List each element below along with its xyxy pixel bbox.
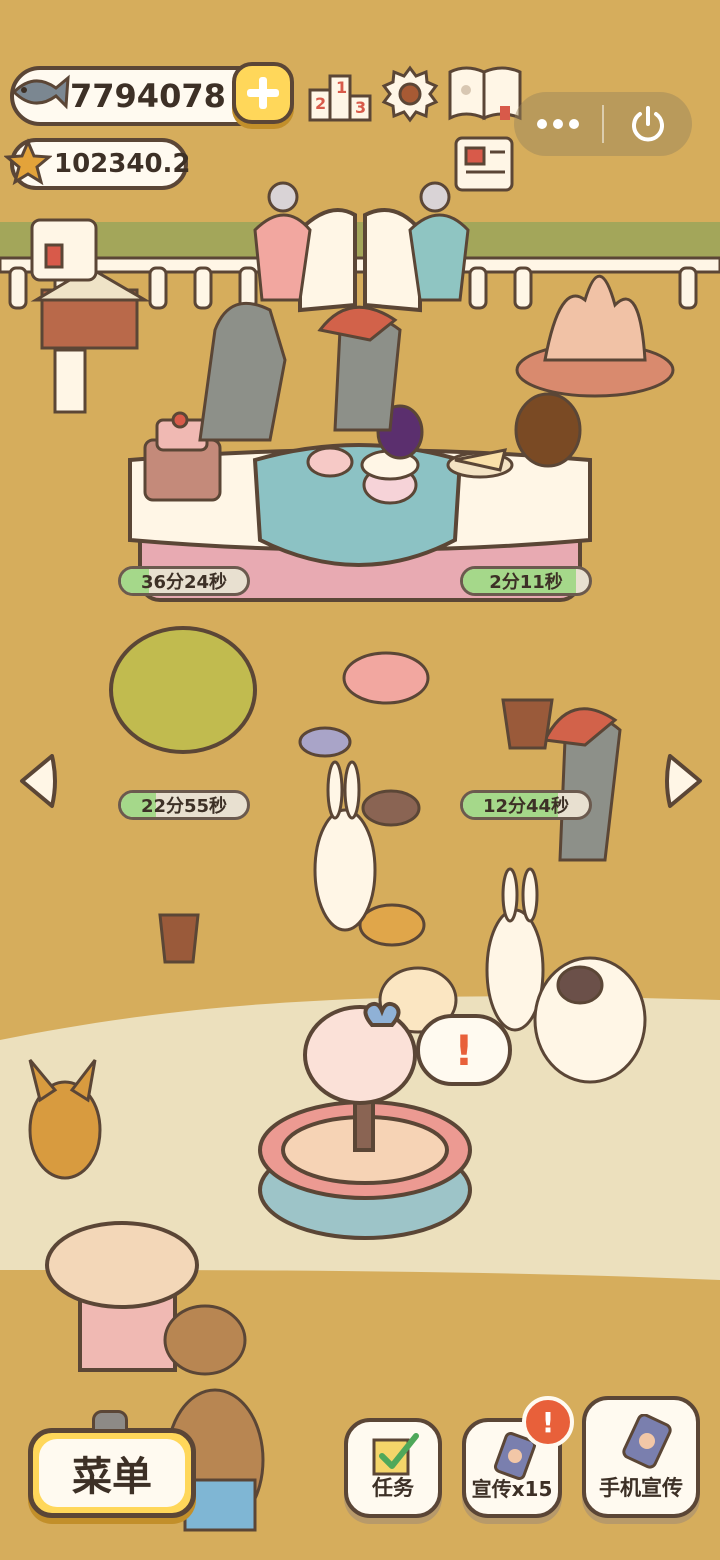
fish-icon xyxy=(11,74,70,110)
more-dots-icon xyxy=(537,119,579,129)
guest-alert-bubble[interactable]: ! xyxy=(416,1014,512,1086)
menu-button[interactable]: 菜单 xyxy=(28,1428,196,1518)
table-right-timer: 2分11秒 xyxy=(460,566,592,596)
rank-first: 1 xyxy=(336,78,348,97)
phone-promote-button[interactable]: 手机宣传 xyxy=(582,1396,700,1518)
add-fish-button[interactable] xyxy=(232,62,294,124)
star-icon xyxy=(4,138,52,186)
background-art xyxy=(0,0,720,1560)
gear-icon xyxy=(381,65,439,123)
menu-label: 菜单 xyxy=(72,1454,152,1500)
checkbox-icon xyxy=(372,1433,419,1476)
more-button[interactable] xyxy=(514,92,602,156)
table-left-timer: 36分24秒 xyxy=(118,566,250,596)
clipboard-clip xyxy=(92,1410,128,1432)
plant-timer: 12分44秒 xyxy=(460,790,592,820)
settings-button[interactable] xyxy=(380,64,440,124)
timer-label: 22分55秒 xyxy=(140,796,228,817)
exclamation-mark: ! xyxy=(454,1025,474,1075)
rank-second: 2 xyxy=(315,94,327,113)
phone-icon xyxy=(622,1414,672,1469)
next-area-button[interactable] xyxy=(662,750,708,812)
newspaper-button[interactable] xyxy=(452,134,516,194)
power-icon xyxy=(632,106,664,142)
chevron-right-icon xyxy=(665,754,702,808)
catalog-button[interactable] xyxy=(446,62,524,124)
ranking-button[interactable]: 1 2 3 xyxy=(308,68,372,122)
phone-promote-label: 手机宣传 xyxy=(599,1476,683,1500)
game-scene: 7794078 102340.2 1 2 3 36分24秒 2分11秒 22分5… xyxy=(0,0,720,1560)
miniprogram-capsule xyxy=(514,92,692,156)
alert-mark: ! xyxy=(541,1405,555,1439)
book-icon xyxy=(448,66,522,121)
chevron-left-icon xyxy=(20,754,57,808)
fish-count: 7794078 xyxy=(70,77,226,115)
timer-label: 2分11秒 xyxy=(489,572,563,593)
timer-label: 36分24秒 xyxy=(140,572,228,593)
plus-icon xyxy=(247,77,279,109)
previous-area-button[interactable] xyxy=(14,750,60,812)
timer-label: 12分44秒 xyxy=(482,796,570,817)
bush-timer: 22分55秒 xyxy=(118,790,250,820)
tasks-button[interactable]: 任务 xyxy=(344,1418,442,1518)
shop-button[interactable] xyxy=(28,216,100,284)
close-miniprogram-button[interactable] xyxy=(604,92,692,156)
rank-third: 3 xyxy=(355,98,367,117)
star-count: 102340.2 xyxy=(54,149,191,179)
promote-alert-badge: ! xyxy=(522,1396,574,1448)
